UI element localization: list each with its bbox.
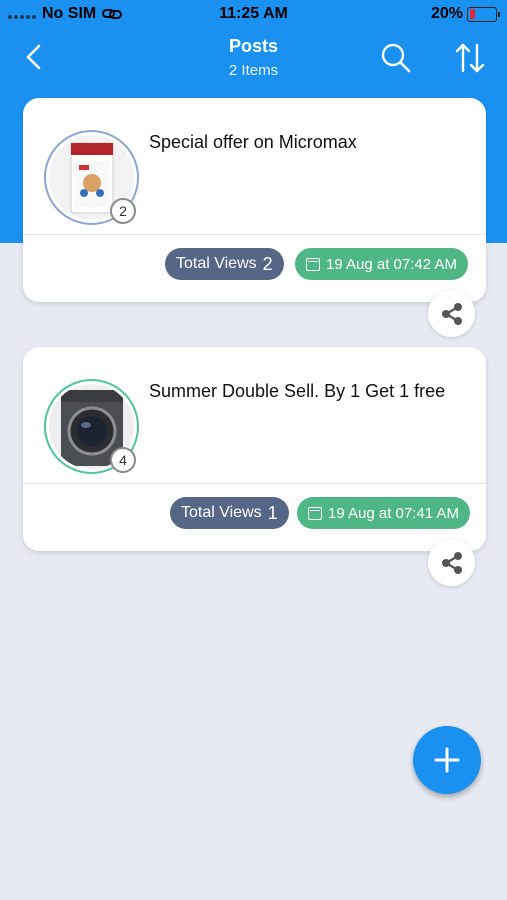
share-icon — [441, 551, 462, 574]
post-date: 19 Aug at 07:41 AM — [328, 504, 459, 522]
sort-icon — [455, 43, 485, 73]
divider — [23, 483, 486, 484]
share-button[interactable] — [428, 539, 475, 586]
plus-icon — [434, 747, 460, 773]
views-label: Total Views — [176, 255, 257, 272]
share-icon — [441, 302, 462, 325]
sort-button[interactable] — [454, 42, 486, 74]
total-views-badge: Total Views 1 — [170, 497, 289, 529]
status-right: 20% — [430, 5, 500, 23]
post-title: Summer Double Sell. By 1 Get 1 free — [149, 381, 446, 401]
status-bar: No SIM 11:25 AM 20% — [0, 0, 507, 30]
post-card[interactable]: 4 Summer Double Sell. By 1 Get 1 free To… — [23, 347, 486, 551]
post-card[interactable]: 2 Special offer on Micromax Total Views … — [23, 98, 486, 302]
page-title: Posts — [228, 36, 279, 56]
nav-bar: Posts 2 Items — [0, 30, 507, 86]
post-date: 19 Aug at 07:42 AM — [326, 255, 457, 273]
calendar-icon — [308, 506, 322, 520]
battery-percent: 20% — [430, 5, 463, 22]
battery-icon — [467, 6, 500, 22]
date-badge: 19 Aug at 07:41 AM — [297, 497, 470, 529]
total-views-badge: Total Views 2 — [165, 248, 284, 280]
post-title: Special offer on Micromax — [149, 132, 357, 152]
date-badge: 19 Aug at 07:42 AM — [295, 248, 468, 280]
image-count-badge: 2 — [110, 198, 136, 224]
divider — [23, 234, 486, 235]
search-button[interactable] — [380, 42, 412, 74]
item-count: 2 Items — [228, 62, 279, 79]
share-button[interactable] — [428, 290, 475, 337]
search-icon — [381, 43, 411, 73]
battery-fill — [469, 9, 475, 19]
calendar-icon — [306, 257, 320, 271]
views-label: Total Views — [181, 504, 262, 521]
image-count-badge: 4 — [110, 447, 136, 473]
views-count: 2 — [262, 253, 273, 274]
add-post-button[interactable] — [413, 726, 481, 794]
views-count: 1 — [267, 502, 278, 523]
